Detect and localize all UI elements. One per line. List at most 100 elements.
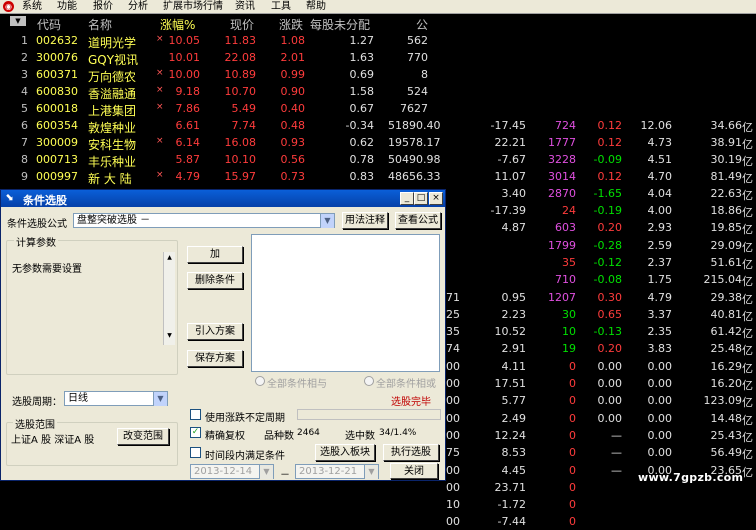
cell-code: 000997 — [36, 170, 78, 183]
execute-button[interactable]: 执行选股 — [383, 444, 439, 461]
calendar-dropdown-icon[interactable]: ▼ — [259, 465, 273, 479]
cell-r4: 0.00 — [647, 394, 673, 408]
formula-select[interactable]: 盘整突破选股 － ▼ — [73, 213, 335, 228]
to-block-button[interactable]: 选股入板块 — [315, 444, 375, 461]
col-code[interactable]: 代码 — [37, 16, 61, 33]
cell-r1: -17.45 — [490, 119, 526, 132]
menu-analysis[interactable]: 分析 — [128, 1, 148, 13]
cell-idx: 4 — [21, 85, 28, 98]
menu-quote[interactable]: 报价 — [93, 1, 113, 13]
params-scrollbar[interactable]: ▲ ▼ — [163, 252, 175, 345]
scroll-up-icon[interactable]: ▲ — [165, 254, 174, 263]
table-row[interactable]: 9 000997 新 大 陆 × 4.79 15.97 0.73 0.83 48656.33 11… — [0, 168, 756, 186]
table-row[interactable]: 5 600018 上港集团 × 7.86 5.49 0.40 0.67 7627 — [0, 100, 756, 118]
use-uncertain-checkbox[interactable] — [190, 409, 201, 420]
time-cond-checkbox[interactable] — [190, 447, 201, 458]
condition-list[interactable] — [251, 234, 440, 372]
cell-idx: 1 — [21, 34, 28, 47]
table-row[interactable]: 00 -7.44 0 — [0, 513, 756, 530]
chevron-down-icon[interactable]: ▼ — [153, 392, 167, 406]
cell-r1: 11.07 — [494, 170, 527, 183]
menu-news[interactable]: 资讯 — [235, 1, 255, 13]
progress-bar — [297, 409, 441, 420]
dialog-titlebar[interactable]: ⬊ 条件选股 _ □ × — [1, 190, 445, 207]
menu-function[interactable]: 功能 — [57, 1, 77, 13]
grid-header: ▼ 代码 名称 涨幅% 现价 涨跌 每股未分配 公 — [0, 14, 430, 32]
menu-tools[interactable]: 工具 — [271, 1, 291, 13]
col-chg[interactable]: 涨跌 — [279, 16, 303, 33]
cell-e1: 51890.40 — [388, 119, 441, 132]
app-logo-icon[interactable]: ◉ — [3, 1, 14, 12]
cell-r2: 0 — [569, 498, 576, 512]
cell-r1: -7.44 — [497, 515, 526, 529]
cell-r2: 1799 — [548, 238, 576, 252]
period-select[interactable]: 日线 ▼ — [64, 391, 168, 406]
table-row[interactable]: 4 600830 香溢融通 × 9.18 10.70 0.90 1.58 524 — [0, 83, 756, 101]
table-row[interactable]: 3 600371 万向德农 × 10.00 10.89 0.99 0.69 8 — [0, 66, 756, 84]
column-menu-icon[interactable]: ▼ — [10, 16, 26, 26]
table-row[interactable]: 8 000713 丰乐种业 5.87 10.10 0.56 0.78 50490.98 -7.6… — [0, 151, 756, 169]
cell-r4: 4.51 — [647, 153, 673, 166]
table-row[interactable]: 7 300009 安科生物 × 6.14 16.08 0.93 0.62 19578.17 22.… — [0, 134, 756, 152]
col-price[interactable]: 现价 — [230, 16, 254, 33]
save-plan-button[interactable]: 保存方案 — [187, 350, 243, 367]
cell-pct: 10.00 — [168, 68, 201, 81]
cell-r2: 1207 — [548, 290, 576, 304]
menu-extended-market[interactable]: 扩展市场行情 — [163, 1, 223, 13]
cell-r0: 75 — [446, 446, 460, 460]
cell-r1: 5.77 — [501, 394, 527, 408]
cell-idx: 8 — [21, 153, 28, 166]
cell-r3: — — [611, 463, 622, 477]
calendar-dropdown-icon[interactable]: ▼ — [364, 465, 378, 479]
cell-yi: 亿 — [742, 379, 753, 392]
cell-r0: 00 — [446, 480, 460, 494]
date-from-value: 2013-12-14 — [194, 466, 253, 477]
table-row[interactable]: 6 600354 敦煌种业 6.61 7.74 0.48 -0.34 51890.40 -17.… — [0, 117, 756, 135]
cell-price: 22.08 — [224, 51, 257, 64]
radio-all-or[interactable] — [364, 376, 374, 386]
table-row[interactable]: 1 002632 道明光学 × 10.05 11.83 1.08 1.27 562 — [0, 32, 756, 50]
date-from-input[interactable]: 2013-12-14 ▼ — [190, 464, 274, 479]
col-eps[interactable]: 每股未分配 — [310, 16, 370, 33]
cell-r3: 0.00 — [597, 411, 623, 425]
add-condition-button[interactable]: 加 — [187, 246, 243, 263]
table-row[interactable]: 2 300076 GQY视讯 10.01 22.08 2.01 1.63 770 — [0, 49, 756, 67]
period-label: 选股周期： — [12, 397, 62, 408]
view-formula-button[interactable]: 查看公式 — [395, 212, 441, 229]
stock-filter-dialog: ⬊ 条件选股 _ □ × 条件选股公式 盘整突破选股 － ▼ 用法注释 查看公式… — [0, 189, 446, 481]
cell-r4: 0.00 — [647, 446, 673, 460]
change-range-button[interactable]: 改变范围 — [117, 428, 169, 445]
col-extra[interactable]: 公 — [416, 16, 428, 33]
close-window-button[interactable]: × — [429, 192, 443, 205]
cell-eps: -0.34 — [345, 119, 374, 132]
cell-r0: 10 — [446, 498, 460, 512]
menu-system[interactable]: 系统 — [22, 1, 42, 13]
import-plan-button[interactable]: 引入方案 — [187, 323, 243, 340]
cell-pct: 10.01 — [168, 51, 201, 64]
menu-help[interactable]: 帮助 — [306, 1, 326, 13]
delete-condition-button[interactable]: 删除条件 — [187, 272, 243, 289]
time-cond-label: 时间段内满足条件 — [205, 451, 285, 462]
cell-r5: 81.49 — [710, 170, 743, 183]
precise-adj-checkbox[interactable]: ✓ — [190, 427, 201, 438]
col-pct[interactable]: 涨幅% — [160, 16, 195, 33]
cell-yi: 亿 — [742, 292, 753, 306]
cell-code: 600354 — [36, 119, 78, 132]
col-name[interactable]: 名称 — [88, 16, 112, 33]
cell-r5: 29.38 — [710, 290, 743, 304]
cell-r0: 00 — [446, 463, 460, 477]
usage-notes-button[interactable]: 用法注释 — [342, 212, 388, 229]
minimize-button[interactable]: _ — [400, 192, 414, 205]
cell-price: 5.49 — [231, 102, 257, 115]
cell-r0: 74 — [446, 342, 460, 356]
cell-r4: 4.00 — [647, 204, 673, 217]
date-to-input[interactable]: 2013-12-21 ▼ — [295, 464, 379, 479]
scroll-down-icon[interactable]: ▼ — [165, 332, 174, 341]
maximize-button[interactable]: □ — [414, 192, 428, 205]
close-button[interactable]: 关闭 — [390, 463, 438, 479]
chevron-down-icon[interactable]: ▼ — [320, 214, 334, 228]
cell-r0: 00 — [446, 359, 460, 373]
radio-all-and[interactable] — [255, 376, 265, 386]
table-row[interactable]: 10 -1.72 0 — [0, 496, 756, 513]
cell-r3: 0.12 — [597, 170, 623, 183]
